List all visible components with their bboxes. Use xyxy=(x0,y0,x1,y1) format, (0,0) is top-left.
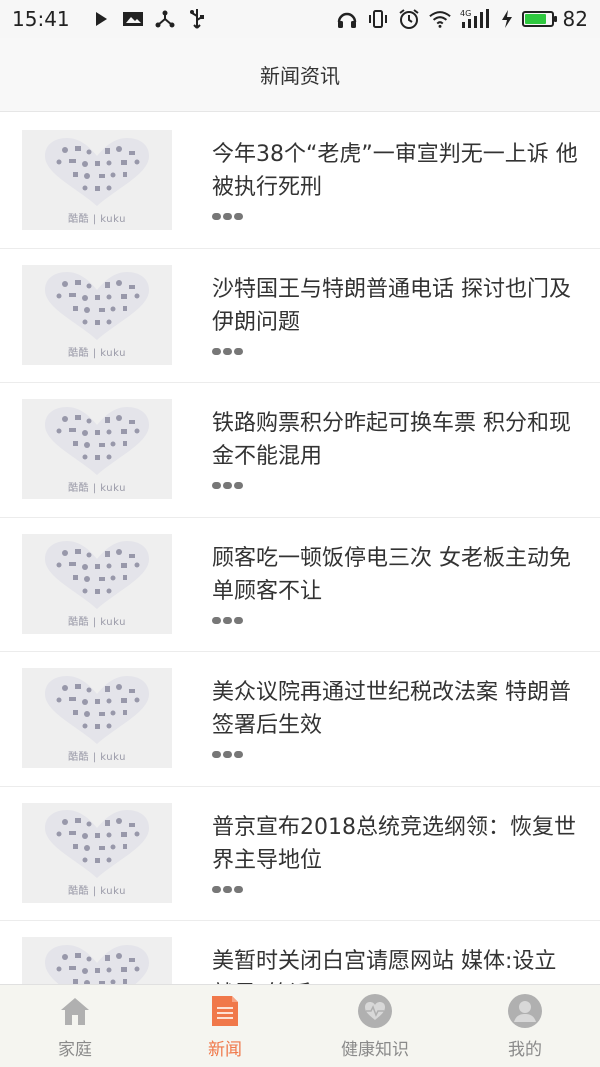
heart-pattern-icon xyxy=(45,137,149,206)
more-icon[interactable] xyxy=(212,616,578,624)
news-body: 美众议院再通过世纪税改法案 特朗普签署后生效 xyxy=(212,668,578,758)
heart-pattern-icon xyxy=(45,406,149,475)
page-title: 新闻资讯 xyxy=(260,64,340,88)
news-title[interactable]: 美暂时关闭白宫请愿网站 媒体:设立就是“笑话” xyxy=(212,945,578,984)
heart-pattern-icon xyxy=(45,272,149,340)
thumbnail-watermark: 酷酷 | kuku xyxy=(68,482,126,494)
vibrate-icon xyxy=(367,8,389,30)
news-body: 普京宣布2018总统竞选纲领：恢复世界主导地位 xyxy=(212,803,578,893)
thumbnail-watermark: 酷酷 | kuku xyxy=(68,213,126,225)
heart-pattern-icon xyxy=(45,541,149,609)
news-list-item[interactable]: 酷酷 | kuku 铁路购票积分昨起可换车票 积分和现金不能混用 xyxy=(0,383,600,518)
news-list-item[interactable]: 酷酷 | kuku 今年38个“老虎”一审宣判无一上诉 他被执行死刑 xyxy=(0,114,600,249)
battery-icon xyxy=(521,11,557,27)
tab-label: 我的 xyxy=(508,1040,542,1060)
news-title[interactable]: 美众议院再通过世纪税改法案 特朗普签署后生效 xyxy=(212,676,578,742)
headphones-icon xyxy=(336,8,358,30)
image-notification-icon xyxy=(122,8,144,30)
tab-label: 健康知识 xyxy=(341,1040,409,1060)
charging-icon xyxy=(501,8,513,30)
news-thumbnail-placeholder: 酷酷 | kuku xyxy=(22,399,172,499)
tab-news[interactable]: 新闻 xyxy=(150,985,300,1067)
news-thumbnail-placeholder: 酷酷 | kuku xyxy=(22,533,172,634)
thumbnail-watermark: 酷酷 | kuku xyxy=(68,348,126,359)
status-time: 15:41 xyxy=(12,7,70,31)
more-icon[interactable] xyxy=(212,482,578,489)
heart-pattern-icon xyxy=(45,810,149,878)
news-list[interactable]: 酷酷 | kuku 今年38个“老虎”一审宣判无一上诉 他被执行死刑 酷酷 | … xyxy=(0,114,600,984)
news-title[interactable]: 沙特国王与特朗普通电话 探讨也门及伊朗问题 xyxy=(212,273,578,339)
thumbnail-watermark: 酷酷 | kuku xyxy=(68,886,126,897)
home-icon xyxy=(57,993,93,1029)
tab-health-knowledge[interactable]: 健康知识 xyxy=(300,985,450,1067)
news-document-icon xyxy=(207,993,243,1029)
status-bar: 15:41 4G 82 xyxy=(0,0,600,38)
news-list-item[interactable]: 酷酷 | kuku 顾客吃一顿饭停电三次 女老板主动免单顾客不让 xyxy=(0,518,600,652)
bottom-tab-bar: 家庭 新闻 健康知识 我的 xyxy=(0,984,600,1067)
play-icon xyxy=(90,8,112,30)
battery-level: 82 xyxy=(562,7,588,31)
battery-fill xyxy=(524,14,546,24)
news-title[interactable]: 今年38个“老虎”一审宣判无一上诉 他被执行死刑 xyxy=(212,138,578,204)
more-icon[interactable] xyxy=(212,347,578,355)
health-heart-icon xyxy=(357,993,393,1029)
tab-profile[interactable]: 我的 xyxy=(450,985,600,1067)
news-thumbnail-placeholder: 酷酷 | kuku xyxy=(22,264,172,365)
heart-pattern-icon xyxy=(45,675,149,744)
profile-icon xyxy=(507,993,543,1029)
news-thumbnail-placeholder: 酷酷 | kuku xyxy=(22,668,172,768)
network-label: 4G xyxy=(460,9,471,18)
news-title[interactable]: 顾客吃一顿饭停电三次 女老板主动免单顾客不让 xyxy=(212,542,578,608)
heart-pattern-icon xyxy=(45,944,149,984)
more-icon[interactable] xyxy=(212,213,578,220)
news-list-item[interactable]: 酷酷 | kuku 美众议院再通过世纪税改法案 特朗普签署后生效 xyxy=(0,652,600,787)
news-body: 顾客吃一顿饭停电三次 女老板主动免单顾客不让 xyxy=(212,534,578,624)
news-title[interactable]: 铁路购票积分昨起可换车票 积分和现金不能混用 xyxy=(212,407,578,473)
alarm-icon xyxy=(398,8,420,30)
tab-home[interactable]: 家庭 xyxy=(0,985,150,1067)
more-icon[interactable] xyxy=(212,751,578,758)
share-icon xyxy=(154,8,176,30)
news-body: 沙特国王与特朗普通电话 探讨也门及伊朗问题 xyxy=(212,265,578,355)
news-body: 今年38个“老虎”一审宣判无一上诉 他被执行死刑 xyxy=(212,130,578,220)
tab-label: 家庭 xyxy=(58,1040,92,1060)
more-icon[interactable] xyxy=(212,885,578,893)
news-body: 美暂时关闭白宫请愿网站 媒体:设立就是“笑话” xyxy=(212,937,578,984)
usb-icon xyxy=(186,8,208,30)
thumbnail-watermark: 酷酷 | kuku xyxy=(68,617,126,628)
cellular-signal-icon: 4G xyxy=(460,8,492,30)
news-list-item[interactable]: 酷酷 | kuku 沙特国王与特朗普通电话 探讨也门及伊朗问题 xyxy=(0,249,600,383)
app-header: 新闻资讯 xyxy=(0,38,600,112)
news-thumbnail-placeholder: 酷酷 | kuku xyxy=(22,937,172,984)
wifi-icon xyxy=(428,8,451,30)
news-title[interactable]: 普京宣布2018总统竞选纲领：恢复世界主导地位 xyxy=(212,811,578,877)
news-list-item[interactable]: 酷酷 | kuku 普京宣布2018总统竞选纲领：恢复世界主导地位 xyxy=(0,787,600,921)
news-thumbnail-placeholder: 酷酷 | kuku xyxy=(22,130,172,230)
news-body: 铁路购票积分昨起可换车票 积分和现金不能混用 xyxy=(212,399,578,489)
tab-label: 新闻 xyxy=(208,1040,242,1060)
thumbnail-watermark: 酷酷 | kuku xyxy=(68,751,126,763)
news-thumbnail-placeholder: 酷酷 | kuku xyxy=(22,802,172,903)
news-list-item[interactable]: 酷酷 | kuku 美暂时关闭白宫请愿网站 媒体:设立就是“笑话” xyxy=(0,921,600,984)
